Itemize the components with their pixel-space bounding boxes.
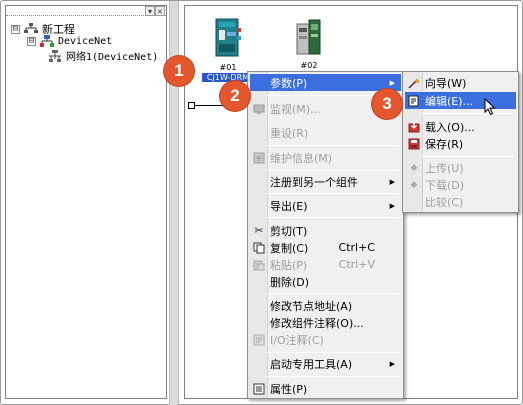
menu-item-delete[interactable]: 删除(D) <box>250 273 401 290</box>
tree-panel-titlebar: ▾ × <box>6 6 166 16</box>
menu-separator <box>266 145 399 146</box>
submenu-arrow-icon: ▶ <box>389 359 395 368</box>
edit-icon <box>407 94 421 108</box>
menu-item-parameters[interactable]: 参数(P) ▶ <box>250 74 401 91</box>
save-icon <box>407 137 421 151</box>
paste-icon <box>252 258 266 272</box>
step-badge-2: 2 <box>220 81 250 111</box>
menu-item-label: 注册到另一个组件 <box>270 175 358 189</box>
menu-item-label: 参数(P) <box>270 76 308 90</box>
menu-separator <box>266 193 399 194</box>
tree-item-label: 网络1(DeviceNet) <box>66 52 159 63</box>
scissors-icon: ✂ <box>254 224 264 237</box>
submenu-item-upload[interactable]: ◆ 上传(U) <box>405 159 516 176</box>
menu-item-label: 监视(M)... <box>270 102 321 116</box>
menu-item-label: 维护信息(M) <box>270 151 333 165</box>
menu-separator <box>266 376 399 377</box>
menu-item-label: 上传(U) <box>425 161 464 175</box>
menu-item-label: 载入(O)... <box>425 120 475 134</box>
menu-item-copy[interactable]: 复制(C) Ctrl+C <box>250 239 401 256</box>
maintenance-icon <box>252 151 266 165</box>
submenu-item-load[interactable]: 载入(O)... <box>405 118 516 135</box>
submenu-arrow-icon: ▶ <box>389 201 395 210</box>
menu-item-label: 比较(C) <box>425 195 464 209</box>
tree-item-label: DeviceNet <box>58 35 113 47</box>
menu-separator <box>266 352 399 353</box>
menu-item-label: 粘贴(P) <box>270 258 308 272</box>
menu-item-label: 删除(D) <box>270 275 310 289</box>
project-icon <box>24 23 38 33</box>
menu-item-label: I/O注释(C) <box>270 333 324 347</box>
menu-item-label: 保存(R) <box>425 137 464 151</box>
menu-separator <box>421 156 514 157</box>
download-icon: ◆ <box>410 179 418 190</box>
load-icon <box>407 120 421 134</box>
menu-item-launch-tool[interactable]: 启动专用工具(A) ▶ <box>250 355 401 372</box>
menu-separator <box>266 217 399 218</box>
device-02[interactable]: #02 <box>291 18 327 70</box>
collapse-icon[interactable]: ⊟ <box>27 36 36 46</box>
collapse-icon[interactable]: ⊟ <box>11 24 20 34</box>
copy-icon <box>252 241 266 255</box>
menu-separator <box>266 293 399 294</box>
submenu-item-save[interactable]: 保存(R) <box>405 135 516 152</box>
menu-item-paste[interactable]: 粘贴(P) Ctrl+V <box>250 256 401 273</box>
menu-item-label: 剪切(T) <box>270 224 308 238</box>
menu-item-label: 编辑(E)... <box>425 94 474 108</box>
menu-item-label: 启动专用工具(A) <box>270 357 353 371</box>
step-badge-1: 1 <box>164 56 194 86</box>
menu-item-label: 导出(E) <box>270 199 308 213</box>
menu-item-change-comment[interactable]: 修改组件注释(O)... <box>250 314 401 331</box>
menu-item-properties[interactable]: 属性(P) <box>250 380 401 397</box>
menu-item-export[interactable]: 导出(E) ▶ <box>250 197 401 214</box>
upload-icon: ◆ <box>410 162 418 173</box>
network-icon <box>40 35 54 47</box>
menu-item-label: 下载(D) <box>425 178 465 192</box>
menu-item-shortcut: Ctrl+V <box>338 258 375 271</box>
close-icon[interactable]: × <box>155 6 165 16</box>
tree-item-network1[interactable]: 网络1(DeviceNet) <box>48 48 158 63</box>
io-comment-icon <box>252 333 266 347</box>
context-menu: 参数(P) ▶ 监视(M)... 重设(R) 维护信息(M) 注册到另一个组件 … <box>247 71 404 399</box>
slave-device-icon <box>296 19 321 55</box>
menu-item-register-component[interactable]: 注册到另一个组件 ▶ <box>250 173 401 190</box>
menu-item-label: 重设(R) <box>270 126 309 140</box>
menu-item-label: 修改节点地址(A) <box>270 299 353 313</box>
menu-item-reset[interactable]: 重设(R) <box>250 124 401 141</box>
app-window: ▾ × ⊟ 新工程 ⊟ DeviceNet 网络1(DeviceNet) #01… <box>0 0 523 405</box>
menu-item-label: 修改组件注释(O)... <box>270 316 364 330</box>
mouse-cursor-icon <box>484 98 496 116</box>
submenu-item-download[interactable]: ◆ 下载(D) <box>405 176 516 193</box>
tree-item-devicenet[interactable]: ⊟ DeviceNet <box>27 35 112 47</box>
network-terminator <box>188 102 195 109</box>
menu-separator <box>266 170 399 171</box>
properties-icon <box>252 382 266 396</box>
menu-item-io-comment[interactable]: I/O注释(C) <box>250 331 401 348</box>
submenu-item-edit[interactable]: 编辑(E)... <box>405 92 516 109</box>
submenu-item-wizard[interactable]: 向导(W) <box>405 74 516 91</box>
menu-item-label: 复制(C) <box>270 241 309 255</box>
menu-item-cut[interactable]: ✂ 剪切(T) <box>250 222 401 239</box>
network-node-icon <box>49 49 61 62</box>
menu-item-change-node-address[interactable]: 修改节点地址(A) <box>250 297 401 314</box>
menu-item-label: 属性(P) <box>270 382 308 396</box>
monitor-icon <box>252 102 266 116</box>
dropdown-icon[interactable]: ▾ <box>145 6 155 16</box>
submenu-item-compare[interactable]: 比较(C) <box>405 193 516 210</box>
menu-item-shortcut: Ctrl+C <box>338 241 375 254</box>
parameters-submenu: 向导(W) 编辑(E)... 载入(O)... 保存(R) ◆ 上传(U) ◆ … <box>402 71 519 213</box>
menu-separator <box>421 113 514 114</box>
wizard-icon <box>407 76 421 90</box>
project-tree-panel: ▾ × ⊟ 新工程 ⊟ DeviceNet 网络1(DeviceNet) <box>5 5 167 399</box>
step-badge-3: 3 <box>372 89 402 119</box>
menu-item-label: 向导(W) <box>425 76 467 90</box>
submenu-arrow-icon: ▶ <box>389 177 395 186</box>
device-address: #02 <box>300 61 318 70</box>
submenu-arrow-icon: ▶ <box>389 78 395 87</box>
cj1w-drm-device-icon <box>215 18 241 57</box>
menu-item-maintenance[interactable]: 维护信息(M) <box>250 149 401 166</box>
